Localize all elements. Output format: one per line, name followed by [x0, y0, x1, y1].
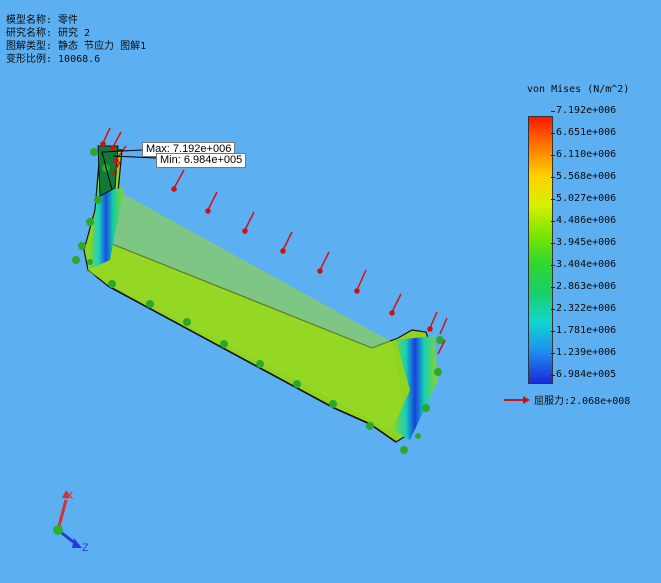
- triad-x-label: X: [66, 490, 74, 502]
- legend-tick: 3.945e+006: [550, 237, 617, 248]
- plot-type: 图解类型: 静态 节应力 图解1: [6, 41, 147, 52]
- deformed-part: [83, 145, 438, 443]
- legend-tick: 7.192e+006: [550, 105, 617, 116]
- legend-tick: 4.486e+006: [550, 215, 617, 226]
- yield-arrow-icon: [504, 396, 530, 404]
- yield-strength: 屈服力:2.068e+008: [504, 392, 630, 407]
- legend-tick: 5.568e+006: [550, 171, 617, 182]
- color-scale-bar: [528, 116, 553, 384]
- study-name: 研究名称: 研究 2: [6, 28, 91, 39]
- triad-z-label: Z: [82, 542, 89, 554]
- legend-tick: 2.322e+006: [550, 303, 617, 314]
- legend-tick: 2.863e+006: [550, 281, 617, 292]
- legend-tick: 5.027e+006: [550, 193, 617, 204]
- legend-tick: 6.984e+005: [550, 369, 617, 380]
- legend-title: von Mises (N/m^2): [527, 84, 630, 95]
- legend-tick: 3.404e+006: [550, 259, 617, 270]
- orientation-triad: X Z: [53, 490, 89, 554]
- model-name: 模型名称: 零件: [6, 15, 79, 26]
- legend-tick: 6.110e+006: [550, 149, 617, 160]
- legend-tick: 1.239e+006: [550, 347, 617, 358]
- legend-tick: 1.781e+006: [550, 325, 617, 336]
- deformation-scale: 变形比例: 10068.6: [6, 54, 101, 65]
- min-callout: Min: 6.984e+005: [156, 153, 247, 168]
- study-info: 模型名称: 零件 研究名称: 研究 2 图解类型: 静态 节应力 图解1 变形比…: [6, 14, 146, 66]
- yield-label: 屈服力:2.068e+008: [534, 396, 631, 407]
- legend-tick: 6.651e+006: [550, 127, 617, 138]
